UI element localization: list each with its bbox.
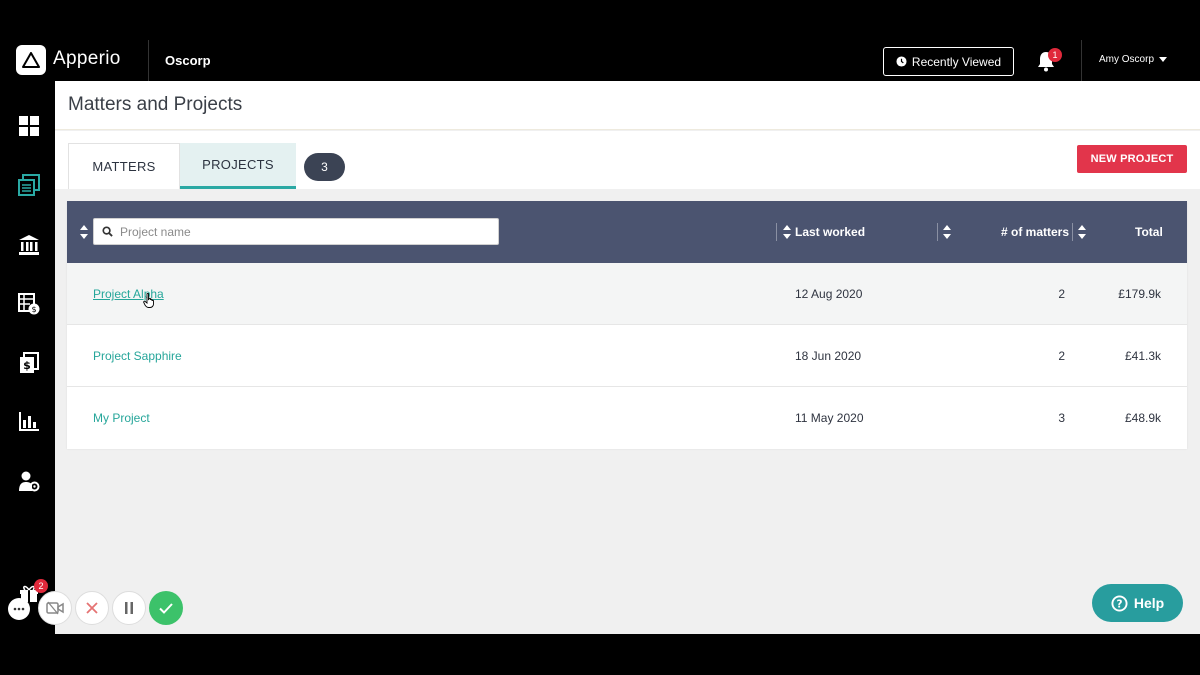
user-settings-icon [19, 471, 40, 492]
sidebar-item-matters[interactable] [17, 173, 41, 197]
clock-icon [896, 56, 907, 67]
projects-table: Last worked # of matters Total Project A… [67, 201, 1187, 449]
ellipsis-icon [13, 607, 25, 611]
tab-projects[interactable]: PROJECTS [180, 143, 296, 189]
bank-icon [19, 235, 39, 255]
company-name: Oscorp [165, 53, 211, 68]
matters-count-cell: 2 [1058, 287, 1065, 301]
last-worked-cell: 18 Jun 2020 [795, 349, 862, 363]
tabs-bar: MATTERS PROJECTS 3 NEW PROJECT [55, 131, 1200, 189]
sidebar-item-reports[interactable] [17, 409, 41, 433]
table-row[interactable]: Project Alpha 12 Aug 2020 2 £179.9k [67, 263, 1187, 325]
spreadsheet-money-icon: $ [18, 293, 40, 315]
pause-recording-button[interactable] [112, 591, 146, 625]
user-menu[interactable]: Amy Oscorp [1099, 54, 1168, 65]
project-link[interactable]: My Project [93, 411, 150, 425]
last-worked-cell: 11 May 2020 [795, 411, 864, 425]
sort-icon[interactable] [80, 225, 88, 239]
column-header-last-worked[interactable]: Last worked [795, 225, 865, 239]
sort-icon[interactable] [783, 225, 791, 239]
last-worked-cell: 12 Aug 2020 [795, 287, 863, 301]
apperio-logo-icon[interactable] [16, 45, 46, 75]
recently-viewed-label: Recently Viewed [911, 54, 1002, 69]
sidebar-item-budgets[interactable]: $ [17, 292, 41, 316]
sidebar-item-firms[interactable] [17, 233, 41, 257]
column-header-matters[interactable]: # of matters [1001, 225, 1069, 239]
cancel-recording-button[interactable] [75, 591, 109, 625]
finish-recording-button[interactable] [149, 591, 183, 625]
user-name: Amy Oscorp [1099, 54, 1155, 65]
question-circle-icon: ? [1111, 594, 1128, 612]
top-bar: Apperio Oscorp Recently Viewed 1 Amy Osc… [0, 40, 1200, 81]
sidebar-item-invoices[interactable]: $ [17, 351, 41, 375]
project-name-input[interactable] [120, 224, 480, 239]
project-link[interactable]: Project Sapphire [93, 349, 182, 363]
bottom-letterbox [0, 634, 1200, 675]
project-search [93, 218, 499, 245]
more-options-button[interactable] [8, 598, 30, 620]
help-label: Help [1133, 595, 1165, 611]
sort-icon[interactable] [1078, 225, 1086, 239]
total-cell: £179.9k [1118, 287, 1161, 301]
page-title: Matters and Projects [68, 94, 243, 115]
invoice-icon: $ [20, 352, 39, 373]
table-header: Last worked # of matters Total [67, 201, 1187, 263]
column-separator [937, 223, 938, 241]
help-button[interactable]: ? Help [1092, 584, 1183, 622]
svg-text:$: $ [23, 359, 31, 372]
column-separator [1072, 223, 1073, 241]
page-header: Matters and Projects [55, 81, 1200, 130]
grid-icon [19, 116, 39, 136]
sort-icon[interactable] [943, 225, 951, 239]
column-header-total[interactable]: Total [1135, 225, 1163, 239]
divider [1081, 40, 1082, 81]
table-row[interactable]: Project Sapphire 18 Jun 2020 2 £41.3k [67, 325, 1187, 387]
total-cell: £48.9k [1124, 411, 1161, 425]
new-project-button[interactable]: NEW PROJECT [1077, 145, 1187, 173]
app-window: Apperio Oscorp Recently Viewed 1 Amy Osc… [0, 0, 1200, 675]
svg-text:?: ? [1116, 598, 1122, 610]
total-cell: £41.3k [1124, 349, 1161, 363]
column-separator [776, 223, 777, 241]
caret-down-icon [1159, 57, 1168, 62]
recently-viewed-button[interactable]: Recently Viewed [883, 47, 1014, 76]
documents-icon [18, 174, 40, 196]
search-icon [102, 226, 113, 237]
close-icon [86, 602, 98, 614]
check-icon [159, 602, 173, 614]
gift-badge: 2 [34, 579, 48, 593]
sidebar-item-admin[interactable] [17, 469, 41, 493]
main-content: Matters and Projects MATTERS PROJECTS 3 … [55, 81, 1200, 634]
pause-icon [125, 602, 133, 614]
sidebar: $ $ 2 [0, 81, 55, 634]
matters-count-cell: 3 [1058, 411, 1065, 425]
notification-badge: 1 [1048, 48, 1062, 62]
sidebar-item-dashboard[interactable] [17, 114, 41, 138]
camera-off-icon [46, 601, 64, 615]
brand-name[interactable]: Apperio [53, 48, 121, 70]
hand-cursor-icon [143, 293, 154, 308]
divider [148, 40, 149, 81]
svg-text:$: $ [31, 305, 36, 314]
camera-toggle-button[interactable] [38, 591, 72, 625]
project-count-badge: 3 [304, 153, 345, 181]
table-row[interactable]: My Project 11 May 2020 3 £48.9k [67, 387, 1187, 449]
tab-matters[interactable]: MATTERS [68, 143, 180, 189]
bar-chart-icon [19, 412, 39, 431]
matters-count-cell: 2 [1058, 349, 1065, 363]
